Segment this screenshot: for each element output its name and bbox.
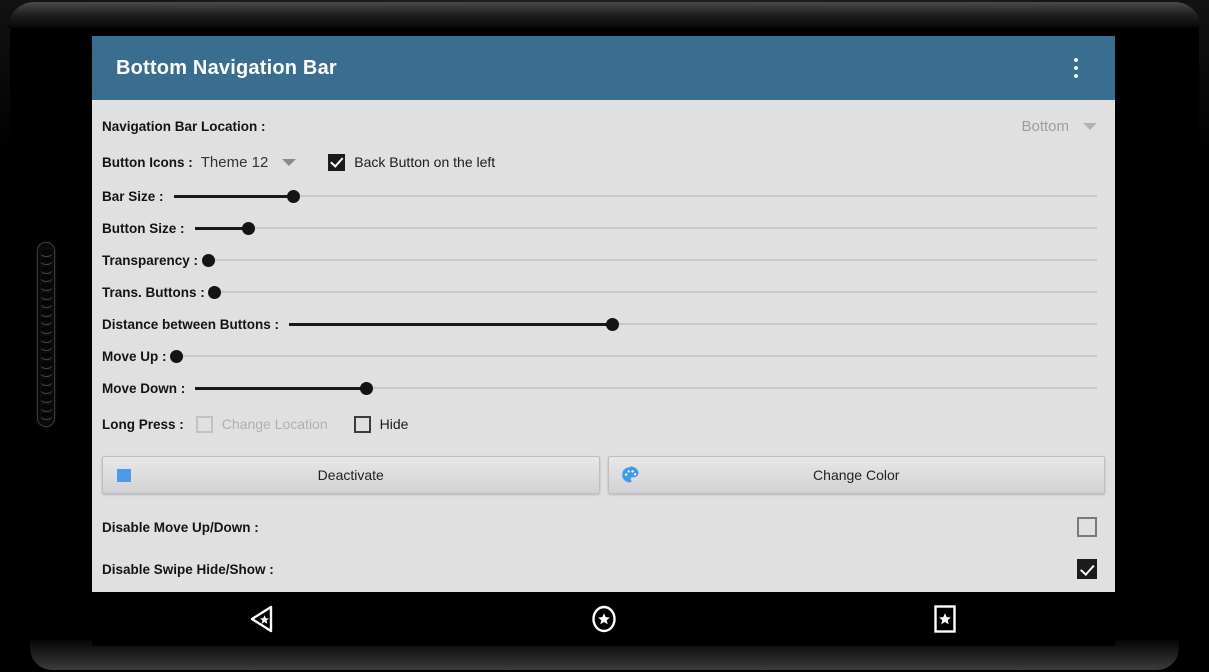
slider-thumb[interactable] <box>605 317 619 331</box>
back-button-left-label: Back Button on the left <box>354 154 496 170</box>
slider-track <box>214 291 1097 293</box>
checkbox-box <box>328 153 346 171</box>
trans-buttons-slider[interactable] <box>208 276 1097 308</box>
slider-thumb[interactable] <box>201 253 215 267</box>
setting-row-trans-buttons: Trans. Buttons : <box>92 276 1115 308</box>
slider-thumb[interactable] <box>242 221 256 235</box>
theme-selected-value[interactable]: Theme 12 <box>201 154 269 171</box>
transparency-label: Transparency : <box>102 252 199 268</box>
slider-track <box>176 355 1097 357</box>
setting-row-disable-move-updown: Disable Move Up/Down : <box>92 506 1115 548</box>
move-down-label: Move Down : <box>102 380 186 396</box>
slider-track <box>208 259 1097 261</box>
location-label: Navigation Bar Location : <box>102 118 266 134</box>
chevron-down-icon[interactable] <box>282 158 297 166</box>
page-title: Bottom Navigation Bar <box>116 56 337 79</box>
slider-thumb[interactable] <box>287 189 301 203</box>
checkbox-box <box>195 415 213 433</box>
device-frame: Bottom Navigation Bar Navigation Bar Loc… <box>0 0 1209 672</box>
checkbox-box <box>353 415 371 433</box>
setting-row-location: Navigation Bar Location : Bottom <box>92 108 1115 144</box>
button-icons-label: Button Icons : <box>102 154 193 170</box>
move-down-slider[interactable] <box>195 372 1097 404</box>
system-navigation-bar <box>92 592 1115 646</box>
bar-size-slider[interactable] <box>173 180 1097 212</box>
slider-thumb[interactable] <box>170 349 184 363</box>
chevron-down-icon <box>1083 122 1097 130</box>
deactivate-button[interactable]: Deactivate <box>102 456 600 494</box>
setting-row-bar-size: Bar Size : <box>92 180 1115 212</box>
back-triangle-star-icon[interactable] <box>92 592 433 646</box>
slider-track <box>173 195 1097 197</box>
change-color-button-label: Change Color <box>813 467 900 483</box>
deactivate-button-label: Deactivate <box>317 467 384 483</box>
distance-between-buttons-slider[interactable] <box>289 308 1097 340</box>
long-press-label: Long Press : <box>102 416 184 432</box>
app-window: Bottom Navigation Bar Navigation Bar Loc… <box>92 36 1115 592</box>
slider-fill <box>195 386 367 390</box>
transparency-slider[interactable] <box>201 244 1097 276</box>
disable-swipe-hideshow-label: Disable Swipe Hide/Show : <box>102 561 274 577</box>
long-press-change-location-checkbox: Change Location <box>195 415 328 433</box>
palette-icon <box>619 464 641 486</box>
slider-fill <box>289 322 613 326</box>
setting-row-button-icons: Button Icons : Theme 12 Back Button on t… <box>92 144 1115 180</box>
change-location-label: Change Location <box>221 416 328 432</box>
setting-row-button-size: Button Size : <box>92 212 1115 244</box>
move-up-label: Move Up : <box>102 348 167 364</box>
setting-row-transparency: Transparency : <box>92 244 1115 276</box>
long-press-options: Change Location Hide <box>195 415 409 433</box>
overflow-dot <box>1074 66 1078 70</box>
disable-move-updown-checkbox[interactable] <box>1077 517 1097 537</box>
overflow-dot <box>1074 58 1078 62</box>
location-dropdown[interactable]: Bottom <box>1021 118 1097 135</box>
move-up-slider[interactable] <box>170 340 1097 372</box>
setting-row-move-up: Move Up : <box>92 340 1115 372</box>
settings-list: Navigation Bar Location : Bottom Button … <box>92 108 1115 592</box>
long-press-hide-checkbox[interactable]: Hide <box>353 415 409 433</box>
overflow-dot <box>1074 74 1078 78</box>
back-button-left-checkbox[interactable]: Back Button on the left <box>328 153 496 171</box>
setting-row-disable-swipe-hideshow: Disable Swipe Hide/Show : <box>92 548 1115 590</box>
app-bar: Bottom Navigation Bar <box>92 36 1115 100</box>
button-size-slider[interactable] <box>194 212 1097 244</box>
trans-buttons-label: Trans. Buttons : <box>102 284 205 300</box>
speaker-grille <box>37 242 55 427</box>
overflow-menu-icon[interactable] <box>1061 50 1091 86</box>
setting-row-distance-between-buttons: Distance between Buttons : <box>92 308 1115 340</box>
circle-star-icon[interactable] <box>433 592 774 646</box>
change-color-button[interactable]: Change Color <box>607 456 1105 494</box>
hide-label: Hide <box>379 416 409 432</box>
blue-square-icon <box>113 464 135 486</box>
disable-swipe-hideshow-checkbox[interactable] <box>1077 559 1097 579</box>
square-star-icon[interactable] <box>774 592 1115 646</box>
setting-row-move-down: Move Down : <box>92 372 1115 404</box>
distance-between-buttons-label: Distance between Buttons : <box>102 316 280 332</box>
slider-thumb[interactable] <box>360 381 374 395</box>
setting-row-long-press: Long Press : Change Location Hide <box>92 406 1115 442</box>
slider-thumb[interactable] <box>208 285 222 299</box>
location-selected-value: Bottom <box>1021 117 1069 135</box>
action-buttons-row: Deactivate Change Color <box>92 456 1115 494</box>
slider-track <box>194 227 1097 229</box>
bar-size-label: Bar Size : <box>102 188 164 204</box>
disable-move-updown-label: Disable Move Up/Down : <box>102 519 259 535</box>
slider-fill <box>194 226 249 230</box>
device-bezel-top <box>8 2 1201 28</box>
slider-fill <box>173 194 294 198</box>
button-size-label: Button Size : <box>102 220 185 236</box>
